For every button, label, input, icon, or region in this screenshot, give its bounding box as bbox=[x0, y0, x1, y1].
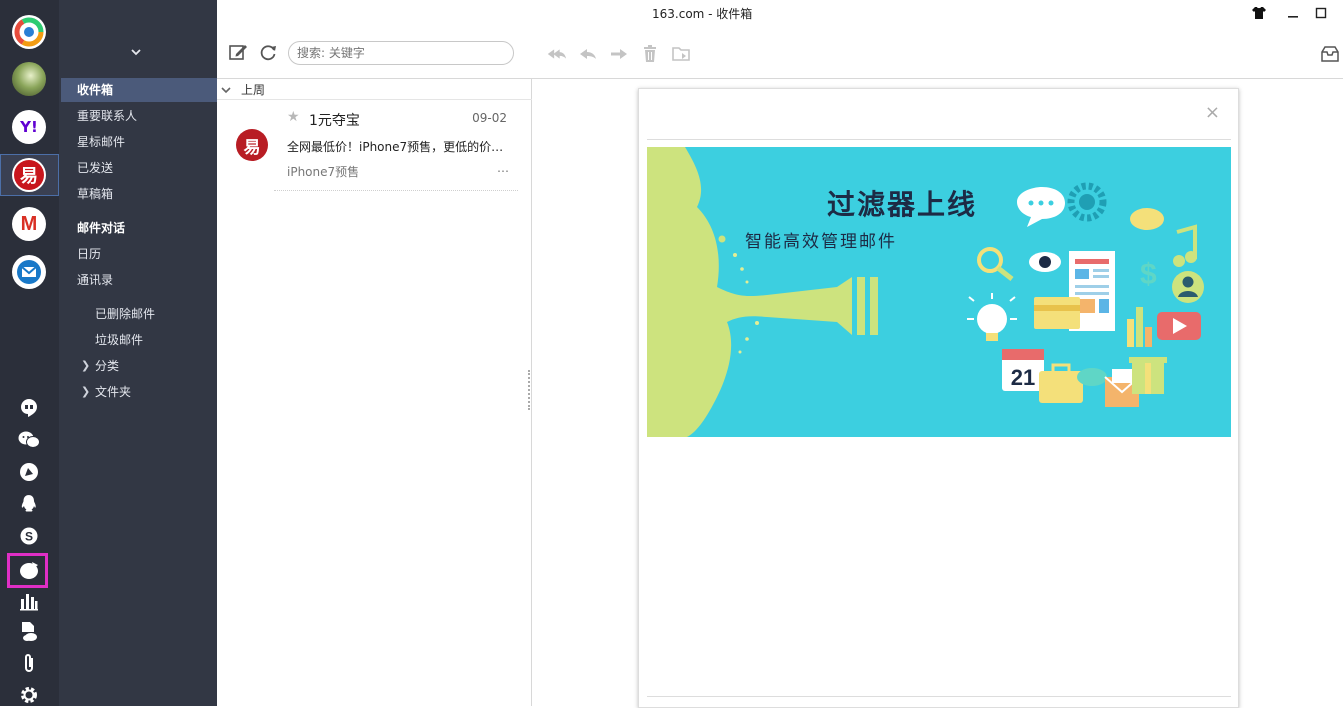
user-photo-account[interactable] bbox=[12, 62, 46, 96]
reply-all-icon[interactable] bbox=[545, 43, 567, 65]
divider bbox=[647, 139, 1231, 140]
message-list: 上周 易 ★ 1元夺宝 09-02 全网最低价！iPhone7预售，更低的价… … bbox=[217, 79, 532, 706]
folder-drafts[interactable]: 草稿箱 bbox=[61, 182, 217, 206]
svg-text:$: $ bbox=[1140, 258, 1157, 291]
message-sender: 1元夺宝 bbox=[309, 113, 360, 129]
search-input[interactable] bbox=[288, 41, 514, 65]
sender-avatar: 易 bbox=[236, 129, 268, 161]
app-logo-icon bbox=[14, 17, 44, 47]
netease-163-account[interactable]: 易 bbox=[12, 158, 46, 192]
calendar-day: 21 bbox=[1011, 365, 1035, 390]
message-subject: 全网最低价！iPhone7预售，更低的价… bbox=[287, 140, 504, 154]
window-title: 163.com - 收件箱 bbox=[652, 7, 753, 21]
title-bar: 163.com - 收件箱 bbox=[217, 0, 1343, 28]
expand-chevron-icon[interactable]: ❯ bbox=[81, 354, 90, 378]
skype-icon[interactable]: S bbox=[17, 524, 41, 548]
app-logo[interactable] bbox=[12, 15, 46, 49]
hangouts-icon[interactable] bbox=[17, 396, 41, 420]
inbox-tray-icon[interactable] bbox=[1319, 43, 1341, 65]
collapse-chevron-icon[interactable] bbox=[221, 86, 231, 97]
folder-spam[interactable]: 垃圾邮件 bbox=[61, 328, 217, 352]
message-date: 09-02 bbox=[472, 111, 507, 125]
message-preview: iPhone7预售 bbox=[287, 165, 360, 179]
messenger-icon[interactable] bbox=[17, 460, 41, 484]
banner-title: 过滤器上线 bbox=[827, 188, 978, 221]
message-card: × $ 21 过滤器上线 智能高效管理邮件 bbox=[638, 88, 1239, 708]
promo-banner-image: $ 21 过滤器上线 智能高效管理邮件 bbox=[647, 147, 1231, 437]
attachments-icon[interactable] bbox=[17, 652, 41, 676]
move-to-folder-icon[interactable] bbox=[670, 43, 692, 65]
gmail-account[interactable]: M bbox=[12, 207, 46, 241]
divider bbox=[647, 696, 1231, 697]
settings-icon[interactable] bbox=[17, 683, 41, 707]
outlook-icon bbox=[17, 260, 41, 284]
folder-starred[interactable]: 星标邮件 bbox=[61, 130, 217, 154]
minimize-icon[interactable] bbox=[1285, 5, 1301, 21]
folder-important-contacts[interactable]: 重要联系人 bbox=[61, 104, 217, 128]
refresh-icon[interactable] bbox=[257, 41, 279, 63]
reply-icon[interactable] bbox=[577, 43, 599, 65]
nav-calendar[interactable]: 日历 bbox=[61, 242, 217, 266]
folder-categories[interactable]: ❯ 分类 bbox=[61, 354, 217, 378]
close-icon[interactable]: × bbox=[1205, 102, 1220, 123]
delete-icon[interactable] bbox=[639, 43, 661, 65]
cloud-files-icon[interactable] bbox=[17, 620, 41, 644]
account-dropdown-chevron-icon[interactable] bbox=[131, 45, 141, 59]
star-icon[interactable]: ★ bbox=[287, 109, 300, 125]
expand-chevron-icon[interactable]: ❯ bbox=[81, 380, 90, 404]
folder-folders[interactable]: ❯ 文件夹 bbox=[61, 380, 217, 404]
nav-contacts[interactable]: 通讯录 bbox=[61, 268, 217, 292]
folder-inbox[interactable]: 收件箱 bbox=[61, 78, 217, 102]
outlook-account[interactable] bbox=[12, 255, 46, 289]
banner-subtitle: 智能高效管理邮件 bbox=[745, 232, 897, 252]
reading-pane: × $ 21 过滤器上线 智能高效管理邮件 bbox=[533, 79, 1343, 708]
forward-icon[interactable] bbox=[608, 43, 630, 65]
stats-icon[interactable] bbox=[17, 589, 41, 613]
skin-icon[interactable] bbox=[1251, 5, 1267, 21]
yahoo-account[interactable]: Y! bbox=[12, 110, 46, 144]
folder-sent[interactable]: 已发送 bbox=[61, 156, 217, 180]
group-header-last-week[interactable]: 上周 bbox=[221, 81, 265, 98]
svg-text:S: S bbox=[25, 530, 33, 544]
message-more: … bbox=[497, 161, 509, 175]
compose-icon[interactable] bbox=[227, 41, 249, 63]
divider bbox=[274, 190, 518, 191]
divider bbox=[217, 99, 532, 100]
account-rail: Y! 易 M S bbox=[0, 0, 59, 706]
maximize-icon[interactable] bbox=[1313, 5, 1329, 21]
qq-icon[interactable] bbox=[17, 492, 41, 516]
nav-conversations[interactable]: 邮件对话 bbox=[61, 216, 217, 240]
list-item[interactable]: 易 ★ 1元夺宝 09-02 全网最低价！iPhone7预售，更低的价… iPh… bbox=[217, 101, 532, 193]
wechat-icon[interactable] bbox=[17, 428, 41, 452]
pane-resize-handle[interactable] bbox=[528, 370, 530, 410]
folder-deleted[interactable]: 已删除邮件 bbox=[61, 302, 217, 326]
toolbar bbox=[217, 28, 1343, 79]
evernote-icon[interactable] bbox=[17, 558, 41, 582]
folder-panel: 收件箱 重要联系人 星标邮件 已发送 草稿箱 邮件对话 日历 通讯录 已删除邮件… bbox=[59, 0, 217, 706]
